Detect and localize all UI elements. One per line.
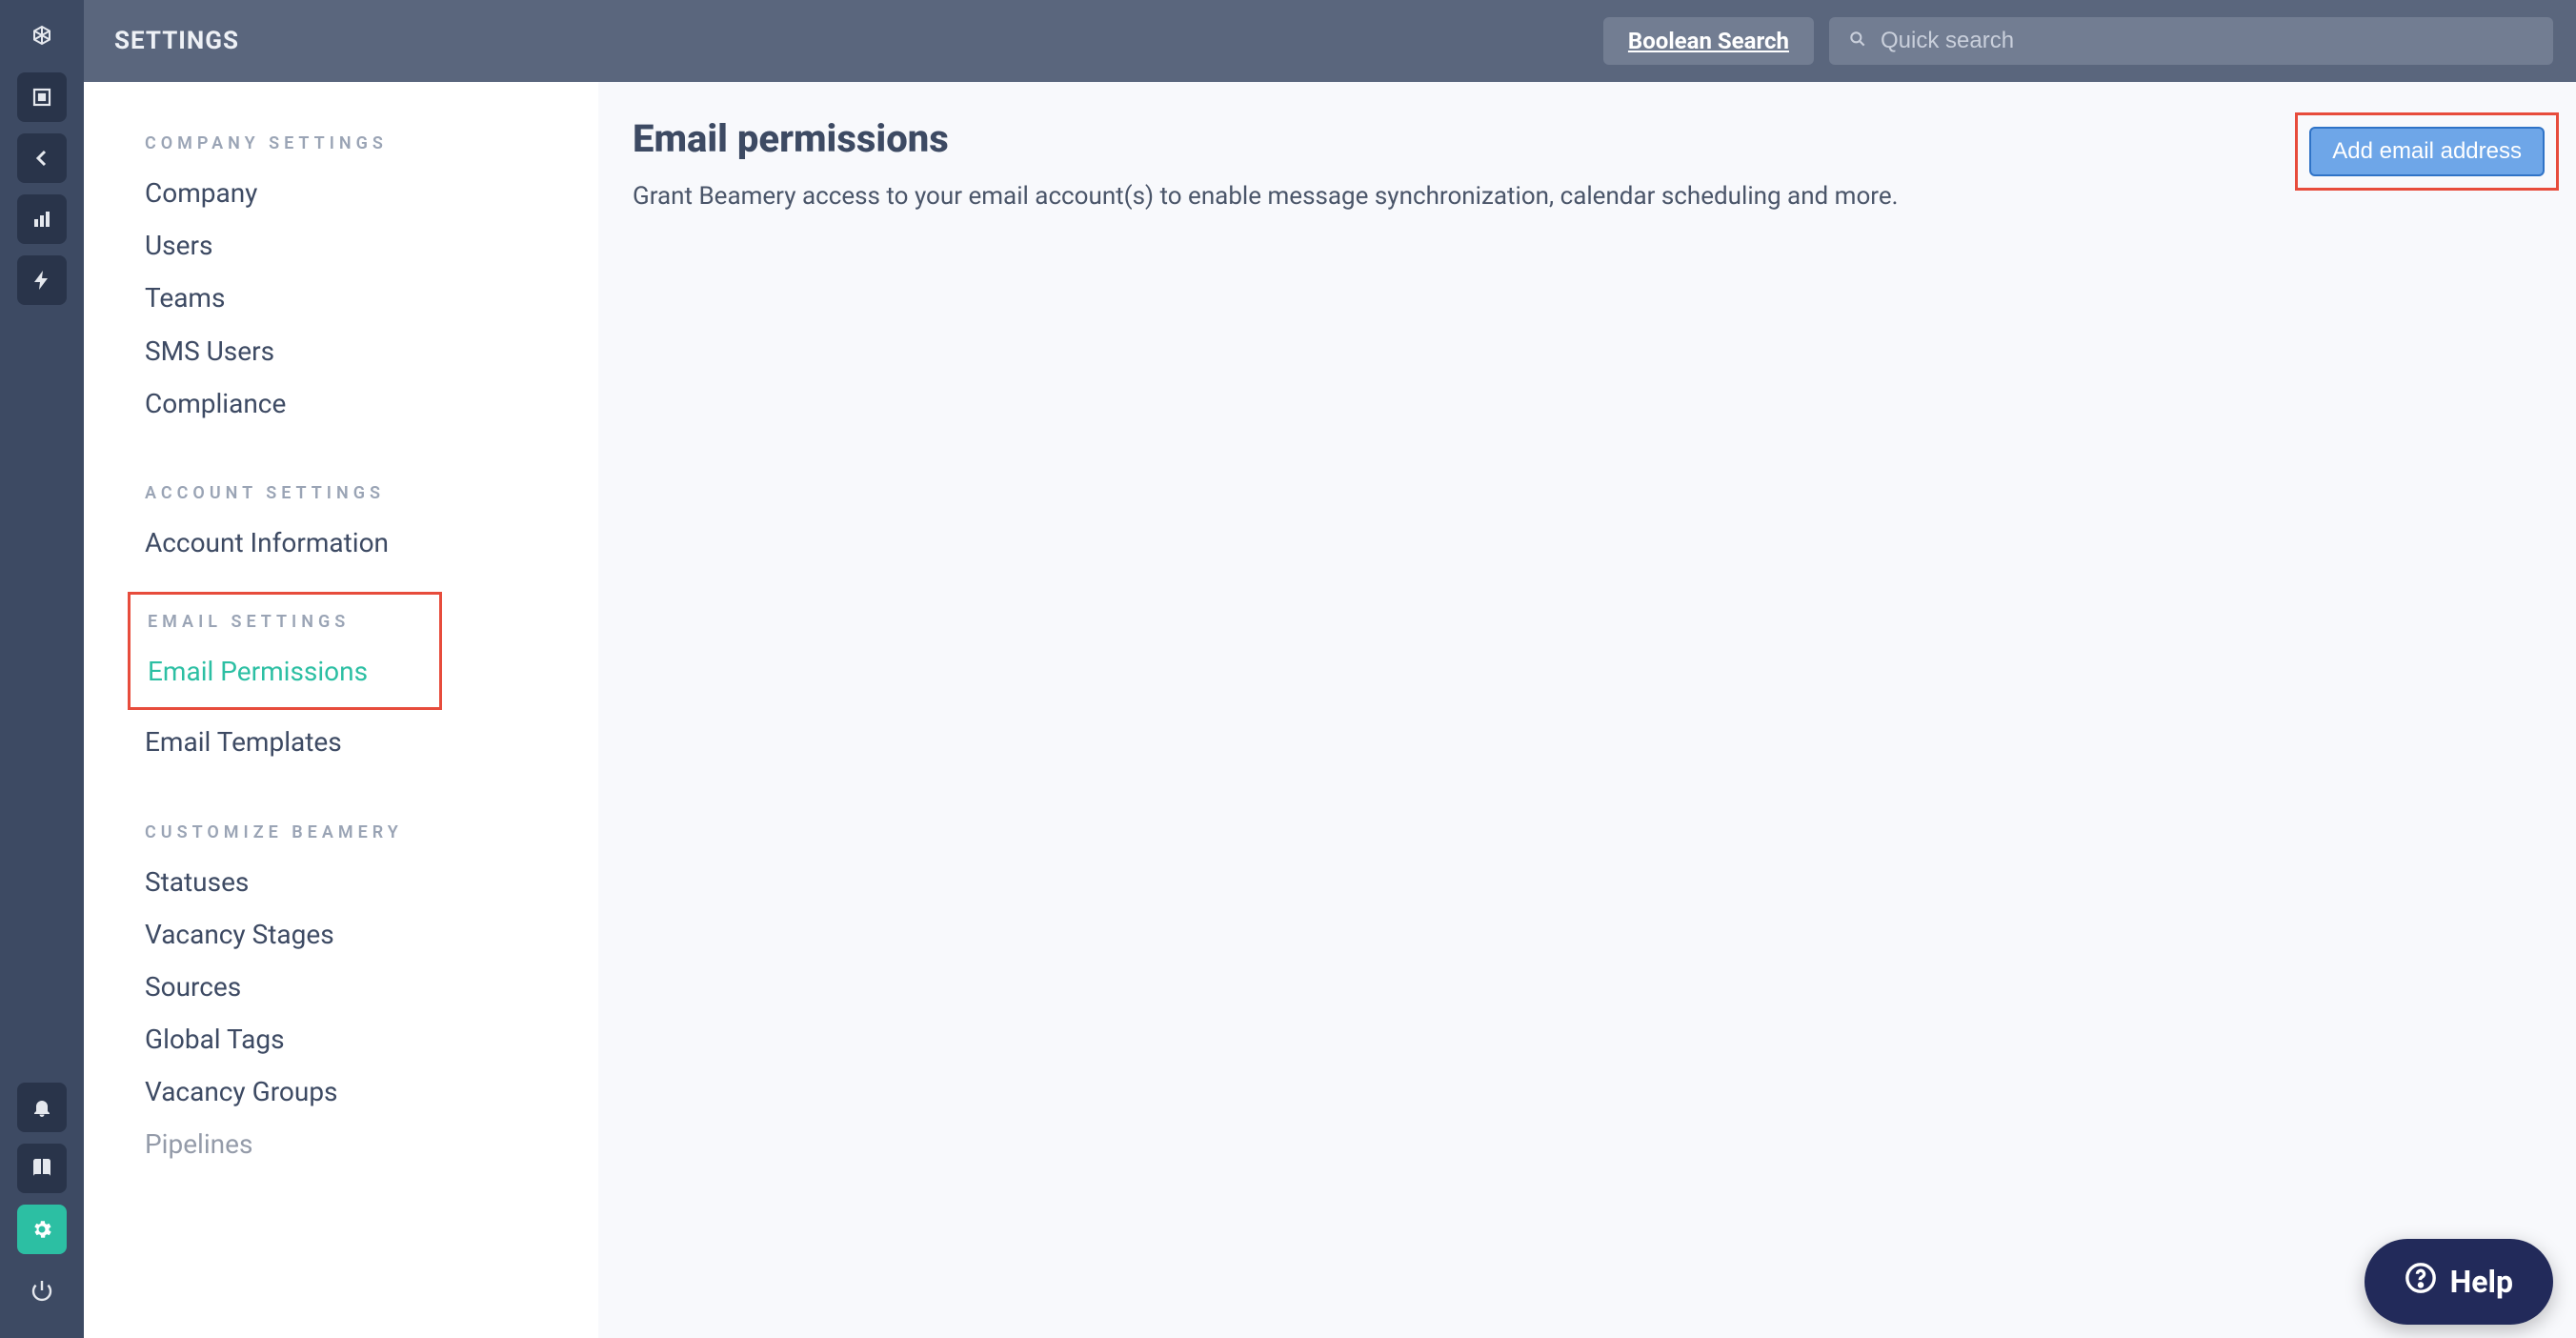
icon-rail [0, 0, 84, 1338]
email-settings-highlight: EMAIL SETTINGS Email Permissions [128, 592, 442, 710]
nav-vacancy-groups[interactable]: Vacancy Groups [145, 1065, 575, 1118]
page-title: Email permissions [633, 116, 1899, 161]
topbar: SETTINGS Boolean Search [84, 0, 2576, 82]
nav-compliance[interactable]: Compliance [145, 377, 575, 430]
quick-search[interactable] [1829, 17, 2553, 65]
rail-power[interactable] [17, 1266, 67, 1315]
nav-section-account: ACCOUNT SETTINGS [145, 483, 575, 503]
nav-vacancy-stages[interactable]: Vacancy Stages [145, 908, 575, 961]
nav-pipelines[interactable]: Pipelines [145, 1118, 575, 1170]
content-area: COMPANY SETTINGS Company Users Teams SMS… [84, 82, 2576, 1338]
nav-statuses[interactable]: Statuses [145, 856, 575, 908]
boolean-search-label: Boolean Search [1628, 28, 1789, 54]
nav-section-customize: CUSTOMIZE BEAMERY [145, 822, 575, 842]
page-description: Grant Beamery access to your email accou… [633, 182, 1899, 211]
nav-account-info[interactable]: Account Information [145, 517, 575, 569]
help-label: Help [2450, 1264, 2513, 1300]
topbar-title: SETTINGS [114, 27, 239, 55]
quick-search-input[interactable] [1881, 28, 2534, 54]
nav-sources[interactable]: Sources [145, 961, 575, 1013]
nav-teams[interactable]: Teams [145, 272, 575, 324]
nav-global-tags[interactable]: Global Tags [145, 1013, 575, 1065]
rail-docs[interactable] [17, 1144, 67, 1193]
rail-settings[interactable] [17, 1205, 67, 1254]
rail-dashboard[interactable] [17, 72, 67, 122]
rail-back[interactable] [17, 133, 67, 183]
nav-email-permissions[interactable]: Email Permissions [148, 645, 428, 698]
rail-notifications[interactable] [17, 1083, 67, 1132]
nav-sms-users[interactable]: SMS Users [145, 325, 575, 377]
nav-section-company: COMPANY SETTINGS [145, 133, 575, 153]
page-body: Email permissions Grant Beamery access t… [598, 82, 2576, 1338]
rail-reports[interactable] [17, 194, 67, 244]
help-button[interactable]: Help [2365, 1239, 2553, 1325]
nav-section-email: EMAIL SETTINGS [148, 612, 428, 632]
main-column: SETTINGS Boolean Search COMPANY SETTINGS… [84, 0, 2576, 1338]
settings-nav: COMPANY SETTINGS Company Users Teams SMS… [84, 82, 598, 1338]
add-email-button[interactable]: Add email address [2309, 127, 2545, 176]
help-icon [2405, 1262, 2450, 1302]
nav-company[interactable]: Company [145, 167, 575, 219]
nav-users[interactable]: Users [145, 219, 575, 272]
add-email-highlight: Add email address [2295, 112, 2559, 191]
add-email-label: Add email address [2332, 138, 2522, 164]
logo-icon[interactable] [17, 11, 67, 61]
boolean-search-button[interactable]: Boolean Search [1603, 17, 1814, 65]
rail-automation[interactable] [17, 255, 67, 305]
nav-email-templates[interactable]: Email Templates [145, 716, 575, 768]
search-icon [1848, 30, 1867, 52]
